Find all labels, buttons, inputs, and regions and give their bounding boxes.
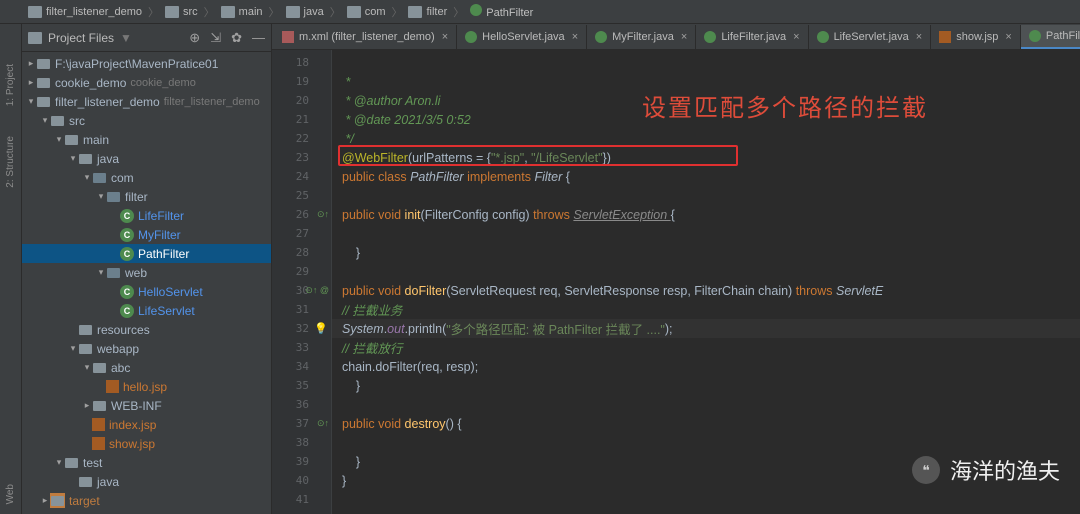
tree-lifefilter: CLifeFilter bbox=[22, 206, 271, 225]
code-area[interactable]: * * @author Aron.li * @date 2021/3/5 0:5… bbox=[332, 50, 1080, 514]
hide-icon[interactable]: — bbox=[252, 30, 265, 46]
collapse-icon[interactable]: ⇲ bbox=[210, 30, 221, 46]
crumb-1[interactable]: src bbox=[165, 6, 198, 18]
toolwin-structure[interactable]: 2: Structure bbox=[5, 136, 16, 188]
wechat-icon: ❝ bbox=[912, 456, 940, 484]
crumb-5[interactable]: filter bbox=[408, 6, 447, 18]
close-icon[interactable]: × bbox=[442, 31, 448, 43]
folder-icon bbox=[28, 32, 42, 44]
bulb-icon[interactable]: 💡 bbox=[314, 322, 328, 335]
crumb-class[interactable]: PathFilter bbox=[470, 4, 533, 19]
tab-myfilter[interactable]: MyFilter.java× bbox=[587, 25, 696, 49]
target-icon[interactable]: ⊕ bbox=[189, 30, 200, 46]
tab-showjsp[interactable]: show.jsp× bbox=[931, 25, 1021, 49]
tab-lifeservlet[interactable]: LifeServlet.java× bbox=[809, 25, 932, 49]
line-gutter[interactable]: 18 19 20 21 22 23 24 25 26⊙↑ 27 28 29 30… bbox=[272, 50, 332, 514]
tree-pathfilter: CPathFilter bbox=[22, 244, 271, 263]
crumb-4[interactable]: com bbox=[347, 6, 386, 18]
annotation-highlight-box bbox=[338, 145, 738, 166]
editor-tabs: m.xml (filter_listener_demo)× HelloServl… bbox=[272, 24, 1080, 50]
crumb-2[interactable]: main bbox=[221, 6, 263, 18]
watermark: ❝ 海洋的渔夫 bbox=[912, 454, 1060, 486]
project-sidebar: Project Files▼ ⊕ ⇲ ✿ — ▸F:\javaProject\M… bbox=[22, 24, 272, 514]
tab-lifefilter[interactable]: LifeFilter.java× bbox=[696, 25, 808, 49]
tool-window-bar: 1: Project 2: Structure Web bbox=[0, 24, 22, 514]
sidebar-header: Project Files▼ ⊕ ⇲ ✿ — bbox=[22, 24, 271, 52]
gear-icon[interactable]: ✿ bbox=[231, 30, 242, 46]
crumb-0[interactable]: filter_listener_demo bbox=[28, 6, 142, 18]
toolwin-project[interactable]: 1: Project bbox=[5, 64, 16, 106]
crumb-3[interactable]: java bbox=[286, 6, 324, 18]
overlay-annotation-text: 设置匹配多个路径的拦截 bbox=[642, 88, 928, 123]
editor: m.xml (filter_listener_demo)× HelloServl… bbox=[272, 24, 1080, 514]
breadcrumb: filter_listener_demo〉 src〉 main〉 java〉 c… bbox=[0, 0, 1080, 24]
tab-pom[interactable]: m.xml (filter_listener_demo)× bbox=[272, 25, 457, 49]
tree-myfilter: CMyFilter bbox=[22, 225, 271, 244]
project-tree[interactable]: ▸F:\javaProject\MavenPratice01 ▸cookie_d… bbox=[22, 52, 271, 514]
toolwin-web[interactable]: Web bbox=[5, 484, 16, 504]
tab-pathfilter[interactable]: PathFilter.java× bbox=[1021, 25, 1080, 49]
sidebar-title: Project Files bbox=[48, 31, 114, 45]
tab-helloservlet[interactable]: HelloServlet.java× bbox=[457, 25, 587, 49]
